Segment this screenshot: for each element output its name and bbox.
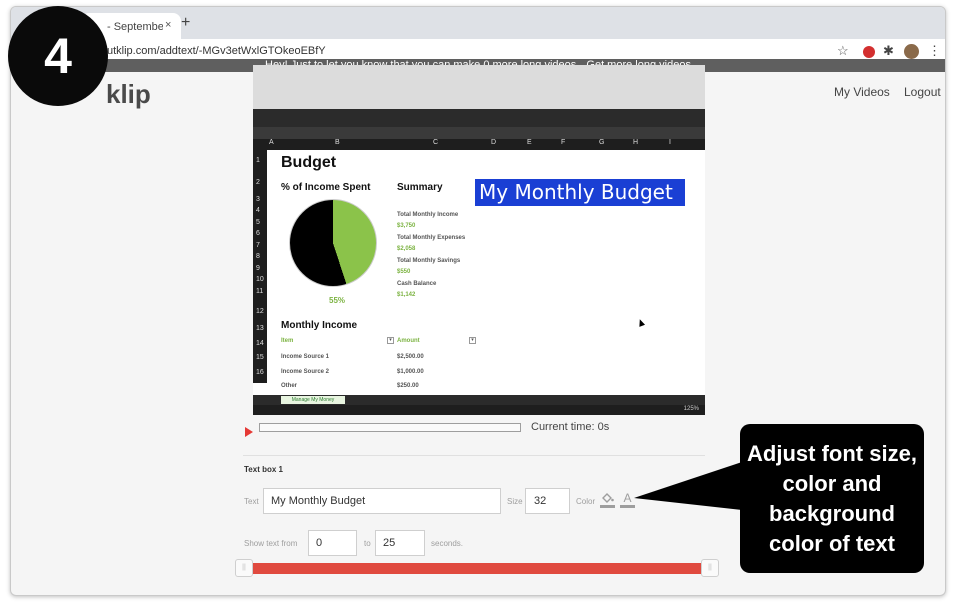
- row-header: 4: [256, 207, 260, 214]
- color-label: Color: [576, 497, 596, 506]
- section-divider: [243, 455, 705, 456]
- income-pie-chart: [289, 199, 377, 287]
- income-header-item: Item: [281, 338, 294, 344]
- column-header: B: [335, 139, 340, 146]
- time-range-track[interactable]: [243, 563, 711, 574]
- new-tab-icon[interactable]: +: [181, 14, 190, 32]
- excel-status-bar: 125%: [253, 405, 705, 415]
- bookmark-star-icon[interactable]: ☆: [837, 43, 849, 59]
- row-header: 2: [256, 179, 260, 186]
- address-bar[interactable]: utklip.com/addtext/-MGv3etWxlGTOkeoEBfY: [107, 45, 326, 57]
- row-header: 12: [256, 308, 264, 315]
- column-header: I: [669, 139, 671, 146]
- to-label: to: [364, 539, 371, 548]
- range-end-handle[interactable]: ||: [701, 559, 719, 577]
- row-header: 16: [256, 369, 264, 376]
- row-header: 10: [256, 276, 264, 283]
- formula-bar: [253, 127, 705, 139]
- extension-icon[interactable]: [863, 46, 875, 58]
- pie-percent-label: 55%: [329, 296, 346, 305]
- size-label: Size: [507, 497, 523, 506]
- row-header: 8: [256, 253, 260, 260]
- column-header: F: [561, 139, 566, 146]
- close-tab-icon[interactable]: ×: [165, 19, 171, 31]
- nav-logout-link[interactable]: Logout: [904, 85, 941, 99]
- column-header: H: [633, 139, 639, 146]
- row-header: 13: [256, 325, 264, 332]
- background-color-icon[interactable]: [600, 491, 615, 509]
- site-logo[interactable]: klip: [106, 79, 151, 110]
- summary-label: Total Monthly Expenses: [397, 235, 466, 241]
- overlay-text-box[interactable]: My Monthly Budget: [475, 179, 685, 206]
- mouse-cursor-icon: [636, 318, 646, 327]
- income-header-amount: Amount: [397, 338, 420, 344]
- income-title: Monthly Income: [281, 320, 358, 331]
- column-header: G: [599, 139, 605, 146]
- end-time-input[interactable]: 25: [375, 530, 425, 556]
- column-header: C: [433, 139, 439, 146]
- start-time-input[interactable]: 0: [308, 530, 357, 556]
- filter-dropdown-icon[interactable]: ▾: [387, 337, 394, 344]
- summary-value: $550: [397, 269, 411, 275]
- summary-label: Total Monthly Savings: [397, 258, 461, 264]
- seconds-label: seconds.: [431, 539, 464, 548]
- range-start-handle[interactable]: ||: [235, 559, 253, 577]
- row-header: 14: [256, 340, 264, 347]
- row-header: 9: [256, 265, 260, 272]
- income-item: Other: [281, 383, 298, 389]
- income-amount: $2,500.00: [397, 354, 424, 360]
- row-header: 6: [256, 230, 260, 237]
- profile-avatar[interactable]: [904, 44, 919, 59]
- income-item: Income Source 1: [281, 354, 330, 360]
- show-from-label: Show text from: [244, 539, 298, 548]
- instruction-callout: Adjust font size, color and background c…: [740, 424, 924, 573]
- summary-value: $3,750: [397, 223, 416, 229]
- column-headers: A B C D E F G H I: [253, 139, 705, 150]
- browser-menu-icon[interactable]: ⋮: [928, 43, 941, 59]
- callout-pointer: [634, 462, 742, 510]
- nav-my-videos-link[interactable]: My Videos: [834, 85, 890, 99]
- sheet-tab: Manage My Money: [281, 396, 345, 404]
- video-progress-bar[interactable]: [259, 423, 521, 432]
- sheet-title: Budget: [281, 154, 337, 171]
- play-icon[interactable]: [245, 427, 253, 437]
- pie-title: % of Income Spent: [281, 182, 371, 193]
- row-header: 3: [256, 196, 260, 203]
- row-header: 1: [256, 157, 260, 164]
- sheet-tab-bar: Manage My Money: [253, 395, 705, 405]
- font-size-input[interactable]: 32: [525, 488, 570, 514]
- column-header: E: [527, 139, 532, 146]
- current-time-label: Current time: 0s: [531, 421, 610, 433]
- extensions-puzzle-icon[interactable]: ✱: [883, 43, 894, 59]
- column-header: D: [491, 139, 497, 146]
- video-preview[interactable]: ABCDEFGHI 1 2 3 4 5 6 7 8 9 10 11 12 13 14 15 16 Budget…: [253, 65, 705, 415]
- summary-label: Cash Balance: [397, 281, 437, 287]
- text-color-icon[interactable]: A: [620, 491, 635, 509]
- row-header: 5: [256, 219, 260, 226]
- excel-ribbon-tools: [253, 109, 705, 127]
- text-box-heading: Text box 1: [244, 465, 283, 474]
- row-header: 11: [256, 288, 264, 295]
- income-item: Income Source 2: [281, 369, 330, 375]
- summary-title: Summary: [397, 182, 443, 193]
- summary-label: Total Monthly Income: [397, 212, 459, 218]
- income-amount: $1,000.00: [397, 369, 424, 375]
- tab-title: - September: [107, 21, 163, 33]
- row-header: 15: [256, 354, 264, 361]
- summary-value: $2,058: [397, 246, 416, 252]
- svg-text:A: A: [623, 491, 631, 505]
- row-header: 7: [256, 242, 260, 249]
- text-input[interactable]: My Monthly Budget: [263, 488, 501, 514]
- zoom-level: 125%: [683, 406, 699, 412]
- summary-value: $1,142: [397, 292, 416, 298]
- text-label: Text: [244, 497, 259, 506]
- column-header: A: [269, 139, 274, 146]
- row-headers: 1 2 3 4 5 6 7 8 9 10 11 12 13 14 15 16: [253, 150, 267, 383]
- income-amount: $250.00: [397, 383, 419, 389]
- tab-strip: - September × +: [11, 7, 945, 39]
- filter-dropdown-icon[interactable]: ▾: [469, 337, 476, 344]
- step-number-badge: 4: [8, 6, 108, 106]
